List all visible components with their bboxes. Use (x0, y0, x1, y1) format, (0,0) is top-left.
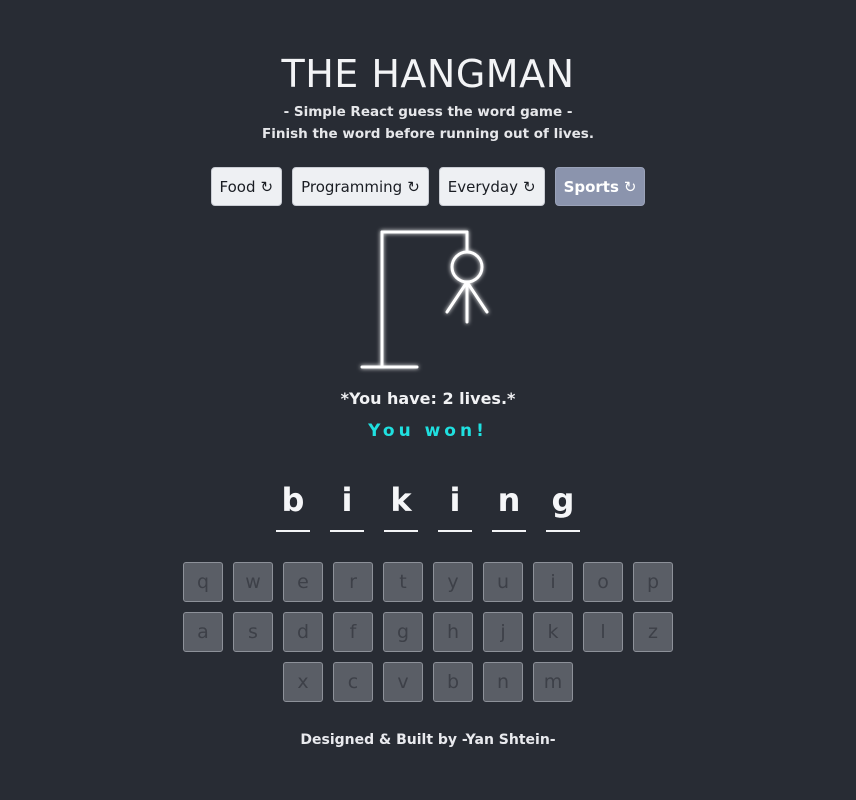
category-label: Programming (301, 177, 403, 196)
key-i[interactable]: i (533, 562, 573, 602)
word-letter: g (546, 478, 580, 532)
category-label: Sports (563, 177, 619, 196)
category-label: Everyday (447, 177, 518, 196)
key-e[interactable]: e (283, 562, 323, 602)
key-x[interactable]: x (283, 662, 323, 702)
page-title: THE HANGMAN (281, 52, 575, 96)
gallows-icon (360, 230, 489, 369)
key-s[interactable]: s (233, 612, 273, 652)
key-h[interactable]: h (433, 612, 473, 652)
key-d[interactable]: d (283, 612, 323, 652)
word-letter: k (384, 478, 418, 532)
letter-keyboard: q w e r t y u i o p a s d f g h j k l z … (0, 562, 856, 712)
key-f[interactable]: f (333, 612, 373, 652)
key-g[interactable]: g (383, 612, 423, 652)
key-c[interactable]: c (333, 662, 373, 702)
word-letter: i (438, 478, 472, 532)
reload-icon: ↻ (407, 177, 420, 196)
key-b[interactable]: b (433, 662, 473, 702)
keyboard-row-3: x c v b n m (0, 662, 856, 702)
subtitle-instructions: Finish the word before running out of li… (262, 126, 594, 142)
hangman-page: THE HANGMAN - Simple React guess the wor… (0, 0, 856, 800)
category-buttons: Food ↻ Programming ↻ Everyday ↻ Sports ↻ (0, 167, 856, 206)
hangman-left-arm (445, 280, 469, 314)
word-display: b i k i n g (0, 478, 856, 532)
game-status: You won! (368, 421, 488, 441)
category-button-programming[interactable]: Programming ↻ (292, 167, 429, 206)
word-letter: n (492, 478, 526, 532)
key-q[interactable]: q (183, 562, 223, 602)
subtitle-tagline: - Simple React guess the word game - (283, 104, 573, 120)
footer-credit: Designed & Built by -Yan Shtein- (300, 732, 556, 748)
category-button-everyday[interactable]: Everyday ↻ (438, 167, 545, 206)
key-n[interactable]: n (483, 662, 523, 702)
lives-counter: *You have: 2 lives.* (340, 389, 516, 408)
category-label: Food (219, 177, 256, 196)
key-u[interactable]: u (483, 562, 523, 602)
reload-icon: ↻ (623, 177, 637, 196)
reload-icon: ↻ (522, 177, 536, 196)
key-l[interactable]: l (583, 612, 623, 652)
key-m[interactable]: m (533, 662, 573, 702)
key-t[interactable]: t (383, 562, 423, 602)
keyboard-row-2: a s d f g h j k l z (0, 612, 856, 652)
hangman-head (450, 250, 484, 284)
key-v[interactable]: v (383, 662, 423, 702)
key-z[interactable]: z (633, 612, 673, 652)
key-y[interactable]: y (433, 562, 473, 602)
word-letter: b (276, 478, 310, 532)
category-button-food[interactable]: Food ↻ (210, 167, 283, 206)
category-button-sports[interactable]: Sports ↻ (554, 167, 646, 206)
keyboard-row-1: q w e r t y u i o p (0, 562, 856, 602)
key-p[interactable]: p (633, 562, 673, 602)
key-o[interactable]: o (583, 562, 623, 602)
key-w[interactable]: w (233, 562, 273, 602)
hangman-right-arm (465, 280, 489, 314)
key-j[interactable]: j (483, 612, 523, 652)
word-letter: i (330, 478, 364, 532)
key-r[interactable]: r (333, 562, 373, 602)
key-k[interactable]: k (533, 612, 573, 652)
key-a[interactable]: a (183, 612, 223, 652)
reload-icon: ↻ (260, 177, 274, 196)
hangman-drawing (355, 225, 500, 375)
